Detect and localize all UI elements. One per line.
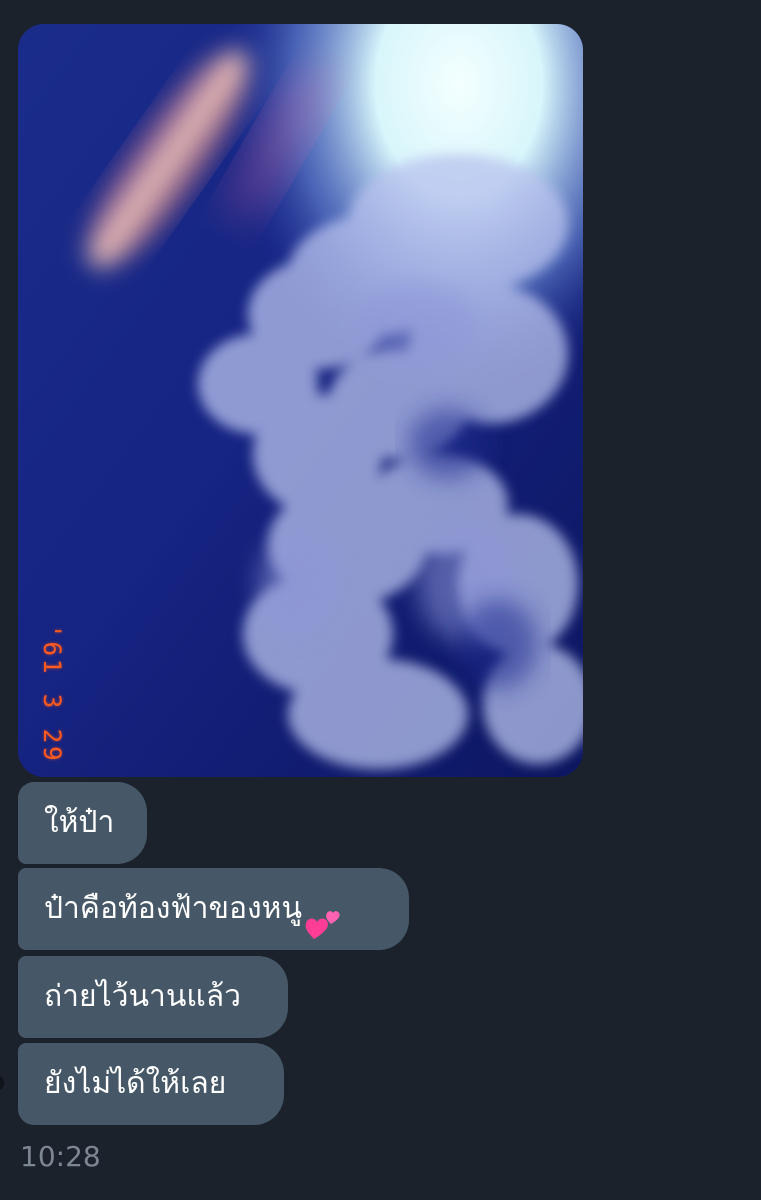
edge-mark — [0, 1076, 4, 1090]
message-bubble[interactable]: ป๋าคือท้องฟ้าของหนู — [18, 868, 409, 950]
message-bubble[interactable]: ให้ป๋า — [18, 782, 147, 864]
sky-photo — [18, 24, 583, 777]
photo-message[interactable]: '61 3 29 — [18, 24, 583, 777]
chat-screen: '61 3 29 ให้ป๋า ป๋าคือท้องฟ้าของหนู ถ่าย… — [0, 0, 761, 1200]
message-text: ถ่ายไว้นานแล้ว — [44, 979, 241, 1014]
message-timestamp: 10:28 — [20, 1140, 101, 1173]
message-text: ป๋าคือท้องฟ้าของหนู — [44, 891, 302, 926]
message-bubble[interactable]: ถ่ายไว้นานแล้ว — [18, 956, 288, 1038]
message-bubble[interactable]: ยังไม่ได้ให้เลย — [18, 1043, 284, 1125]
message-text: ยังไม่ได้ให้เลย — [44, 1066, 227, 1101]
message-text: ให้ป๋า — [44, 805, 115, 840]
film-date-stamp: '61 3 29 — [38, 624, 66, 764]
two-hearts-icon — [304, 893, 342, 939]
